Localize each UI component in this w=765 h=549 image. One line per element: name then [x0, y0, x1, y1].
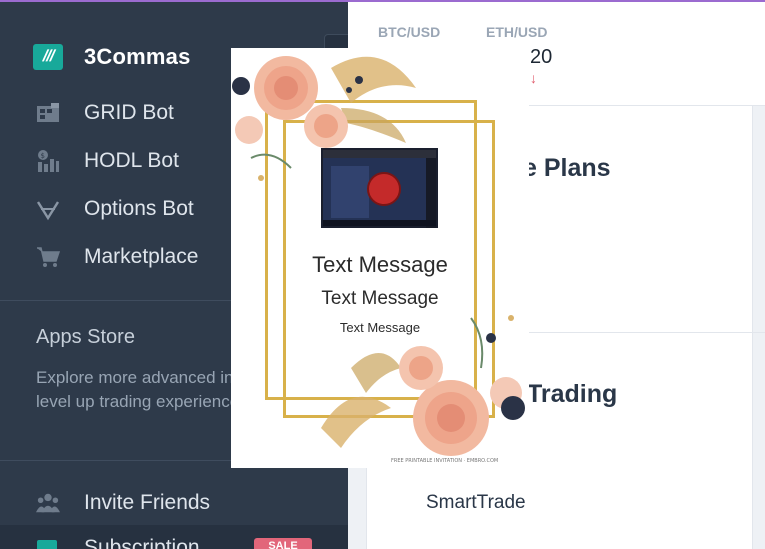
- overlay-message-medium: Text Message: [321, 288, 439, 309]
- people-icon: [36, 491, 60, 515]
- options-bot-icon: [36, 197, 60, 221]
- trading-heading: Trading: [527, 380, 618, 408]
- hodl-bot-icon: $: [36, 149, 60, 173]
- brand-logo-icon: ///: [33, 44, 63, 70]
- cart-icon: [36, 245, 60, 269]
- plans-heading: e Plans: [523, 154, 611, 182]
- overlay-message-large: Text Message: [312, 252, 448, 277]
- sidebar-item-hodl-bot[interactable]: $ HODL Bot: [36, 146, 179, 176]
- ticker-value-eth: 20: [530, 46, 553, 68]
- subscription-row-inner: Subscription: [36, 533, 200, 549]
- grid-bot-icon: [36, 101, 60, 125]
- floral-invitation-overlay: Text Message Text Message Text Message F…: [231, 48, 529, 468]
- smarttrade-link[interactable]: SmartTrade: [426, 492, 526, 514]
- sidebar-item-marketplace[interactable]: Marketplace: [36, 242, 198, 272]
- sidebar-item-label: Marketplace: [84, 245, 199, 268]
- brand[interactable]: /// 3Commas: [33, 42, 191, 72]
- sidebar-item-label: GRID Bot: [84, 101, 174, 124]
- sidebar-item-options-bot[interactable]: Options Bot: [36, 194, 194, 224]
- sidebar-item-label: HODL Bot: [84, 149, 179, 172]
- overlay-message-small: Text Message: [339, 320, 421, 335]
- overlay-credit: FREE PRINTABLE INVITATION · EMBRO.COM: [391, 458, 499, 464]
- embedded-screenshot-thumbnail: [321, 148, 438, 228]
- subscription-icon: [36, 536, 60, 549]
- svg-text:$: $: [41, 152, 45, 160]
- sidebar-item-label: Invite Friends: [84, 491, 211, 514]
- apps-store-title[interactable]: Apps Store: [36, 326, 135, 349]
- sidebar-item-invite-friends[interactable]: Invite Friends: [36, 488, 210, 518]
- sidebar-item-label: Subscription: [84, 536, 200, 549]
- ticker-down-arrow-icon: ↓: [530, 70, 537, 86]
- brand-name: 3Commas: [84, 44, 191, 69]
- ticker-pair-eth: ETH/USD: [486, 24, 548, 40]
- ticker-pair-btc: BTC/USD: [378, 24, 441, 40]
- record-button-icon: [367, 172, 401, 206]
- sidebar-item-label: Options Bot: [84, 197, 194, 220]
- sidebar-item-grid-bot[interactable]: GRID Bot: [36, 98, 174, 128]
- sale-badge: SALE: [254, 538, 312, 549]
